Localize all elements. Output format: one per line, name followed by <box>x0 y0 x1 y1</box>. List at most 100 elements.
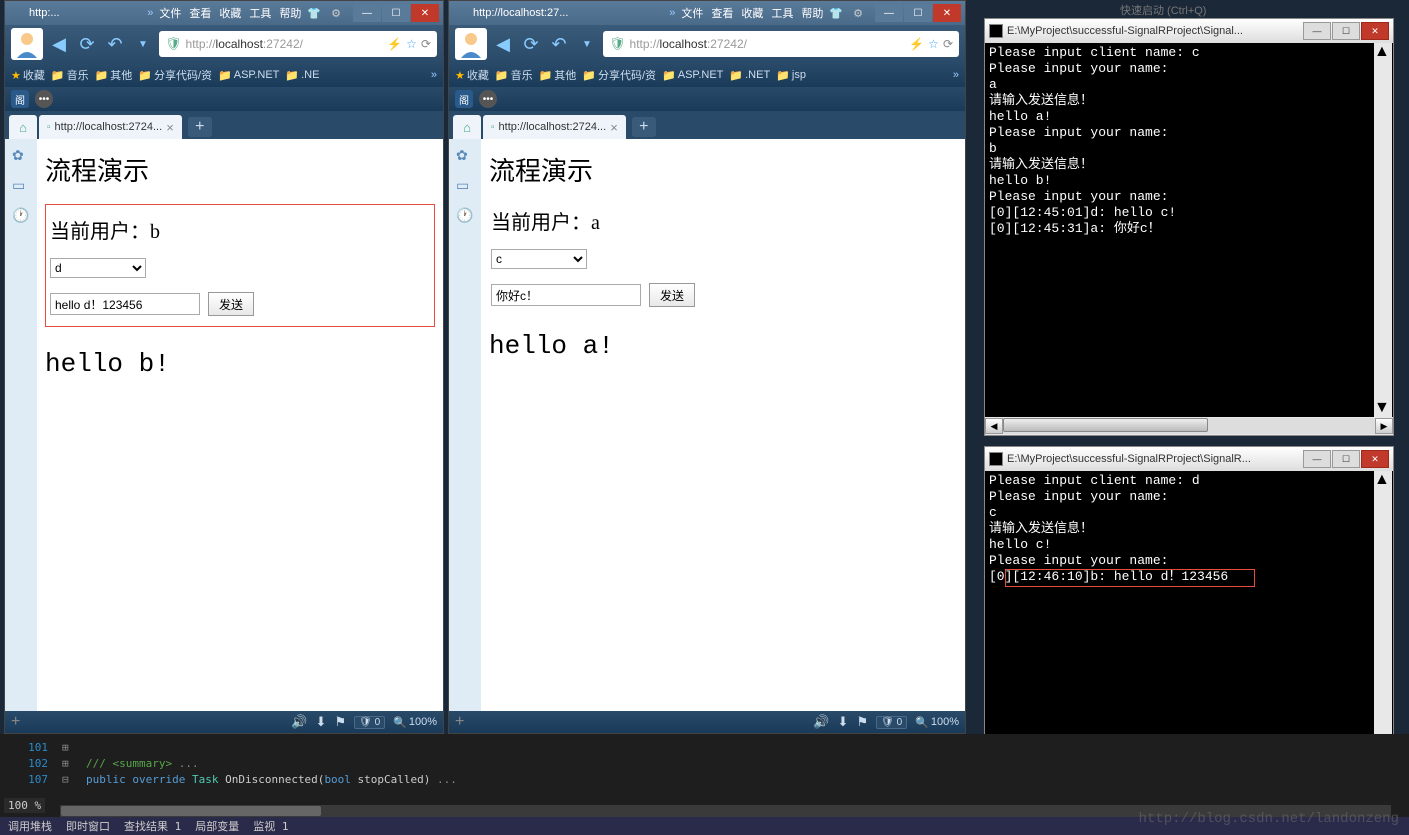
speaker-icon[interactable]: 🔊 <box>291 714 307 730</box>
close-button[interactable]: ✕ <box>411 4 439 22</box>
minimize-button[interactable]: — <box>875 4 903 22</box>
flag-icon[interactable]: ⚑ <box>334 714 346 730</box>
menu-help[interactable]: 帮助 <box>801 5 823 21</box>
chevron-icon[interactable]: » <box>953 69 959 81</box>
home-button[interactable]: ⌂ <box>9 115 37 139</box>
zoom-label[interactable]: 100 % <box>4 798 45 813</box>
shield-badge[interactable]: 🛡 0 <box>354 716 385 729</box>
tab-findresults[interactable]: 查找结果 1 <box>124 818 181 834</box>
bookmark-share[interactable]: 📁分享代码/资 <box>138 67 212 83</box>
bookmark-music[interactable]: 📁音乐 <box>51 67 89 83</box>
reload-icon[interactable]: ⟳ <box>943 37 953 51</box>
extension-icon-2[interactable]: ••• <box>479 90 497 108</box>
back-button[interactable]: ◀ <box>47 32 71 56</box>
bookmark-share[interactable]: 📁分享代码/资 <box>582 67 656 83</box>
download-icon[interactable]: ⬇ <box>316 714 327 730</box>
bookmark-aspnet[interactable]: 📁ASP.NET <box>662 69 723 82</box>
close-button[interactable]: ✕ <box>1361 22 1389 40</box>
gear-icon[interactable]: ✿ <box>12 147 30 165</box>
maximize-button[interactable]: ☐ <box>1332 450 1360 468</box>
flag-icon[interactable]: ⚑ <box>856 714 868 730</box>
add-button[interactable]: + <box>455 713 464 731</box>
scroll-right-button[interactable]: ▶ <box>1375 418 1393 434</box>
refresh-button[interactable]: ⟳ <box>519 32 543 56</box>
bookmark-music[interactable]: 📁音乐 <box>495 67 533 83</box>
maximize-button[interactable]: ☐ <box>1332 22 1360 40</box>
bookmark-favorites[interactable]: ★收藏 <box>11 67 45 83</box>
close-icon[interactable]: × <box>610 120 618 135</box>
avatar[interactable] <box>455 28 487 60</box>
speaker-icon[interactable]: 🔊 <box>813 714 829 730</box>
close-button[interactable]: ✕ <box>1361 450 1389 468</box>
bookmark-other[interactable]: 📁其他 <box>95 67 133 83</box>
menu-favorites[interactable]: 收藏 <box>219 5 241 21</box>
menu-file[interactable]: 文件 <box>681 5 703 21</box>
avatar[interactable] <box>11 28 43 60</box>
tab-locals[interactable]: 局部变量 <box>195 818 239 834</box>
scroll-left-button[interactable]: ◀ <box>985 418 1003 434</box>
console-titlebar[interactable]: E:\MyProject\successful-SignalRProject\S… <box>985 447 1393 471</box>
bookmark-net[interactable]: 📁.NE <box>285 69 319 82</box>
menu-favorites[interactable]: 收藏 <box>741 5 763 21</box>
vertical-scrollbar[interactable]: ▲ ▼ <box>1374 43 1392 417</box>
tshirt-icon[interactable]: 👕 <box>307 7 321 20</box>
chevron-down-icon[interactable]: ▼ <box>131 32 155 56</box>
titlebar[interactable]: http://localhost:27... » 文件 查看 收藏 工具 帮助 … <box>449 1 965 25</box>
add-button[interactable]: + <box>11 713 20 731</box>
menu-tools[interactable]: 工具 <box>249 5 271 21</box>
minimize-button[interactable]: — <box>353 4 381 22</box>
reload-icon[interactable]: ⟳ <box>421 37 431 51</box>
mobile-icon[interactable]: ▭ <box>456 177 474 195</box>
tab-callstack[interactable]: 调用堆栈 <box>8 818 52 834</box>
undo-button[interactable]: ↶ <box>103 32 127 56</box>
chevron-icon[interactable]: » <box>431 69 437 81</box>
menu-help[interactable]: 帮助 <box>279 5 301 21</box>
extension-icon-2[interactable]: ••• <box>35 90 53 108</box>
console-output[interactable]: Please input client name: c Please input… <box>985 43 1393 417</box>
bookmark-net[interactable]: 📁.NET <box>729 69 770 82</box>
address-bar[interactable]: 🛡 http://localhost:27242/ ⚡ ☆ ⟳ <box>603 31 959 57</box>
minimize-button[interactable]: — <box>1303 450 1331 468</box>
zoom-control[interactable]: 🔍 100% <box>915 716 959 729</box>
bookmark-other[interactable]: 📁其他 <box>539 67 577 83</box>
menu-view[interactable]: 查看 <box>711 5 733 21</box>
home-button[interactable]: ⌂ <box>453 115 481 139</box>
console-titlebar[interactable]: E:\MyProject\successful-SignalRProject\S… <box>985 19 1393 43</box>
menu-view[interactable]: 查看 <box>189 5 211 21</box>
gear-icon[interactable]: ⚙ <box>853 7 863 20</box>
bookmark-jsp[interactable]: 📁jsp <box>776 69 806 82</box>
new-tab-button[interactable]: + <box>632 117 656 137</box>
scroll-up-button[interactable]: ▲ <box>1374 43 1390 61</box>
clock-icon[interactable]: 🕐 <box>456 207 474 225</box>
tab-localhost[interactable]: ▫ http://localhost:2724... × <box>39 115 182 139</box>
star-icon[interactable]: ☆ <box>406 37 417 51</box>
extension-icon-1[interactable]: 阁 <box>11 90 29 108</box>
close-button[interactable]: ✕ <box>933 4 961 22</box>
zoom-control[interactable]: 🔍 100% <box>393 716 437 729</box>
back-button[interactable]: ◀ <box>491 32 515 56</box>
close-icon[interactable]: × <box>166 120 174 135</box>
chevron-down-icon[interactable]: ▼ <box>575 32 599 56</box>
mobile-icon[interactable]: ▭ <box>12 177 30 195</box>
scroll-down-button[interactable]: ▼ <box>1374 399 1390 417</box>
tshirt-icon[interactable]: 👕 <box>829 7 843 20</box>
tab-localhost[interactable]: ▫ http://localhost:2724... × <box>483 115 626 139</box>
bolt-icon[interactable]: ⚡ <box>387 37 402 51</box>
recipient-select[interactable]: c <box>491 249 587 269</box>
menu-file[interactable]: 文件 <box>159 5 181 21</box>
extension-icon-1[interactable]: 阁 <box>455 90 473 108</box>
address-bar[interactable]: 🛡 http://localhost:27242/ ⚡ ☆ ⟳ <box>159 31 437 57</box>
send-button[interactable]: 发送 <box>208 292 254 316</box>
download-icon[interactable]: ⬇ <box>838 714 849 730</box>
clock-icon[interactable]: 🕐 <box>12 207 30 225</box>
new-tab-button[interactable]: + <box>188 117 212 137</box>
message-input[interactable] <box>50 293 200 315</box>
gear-icon[interactable]: ✿ <box>456 147 474 165</box>
shield-badge[interactable]: 🛡 0 <box>876 716 907 729</box>
tab-immediate[interactable]: 即时窗口 <box>66 818 110 834</box>
bookmark-favorites[interactable]: ★收藏 <box>455 67 489 83</box>
tab-watch[interactable]: 监视 1 <box>253 818 288 834</box>
star-icon[interactable]: ☆ <box>928 37 939 51</box>
bolt-icon[interactable]: ⚡ <box>909 37 924 51</box>
scroll-up-button[interactable]: ▲ <box>1374 471 1390 489</box>
